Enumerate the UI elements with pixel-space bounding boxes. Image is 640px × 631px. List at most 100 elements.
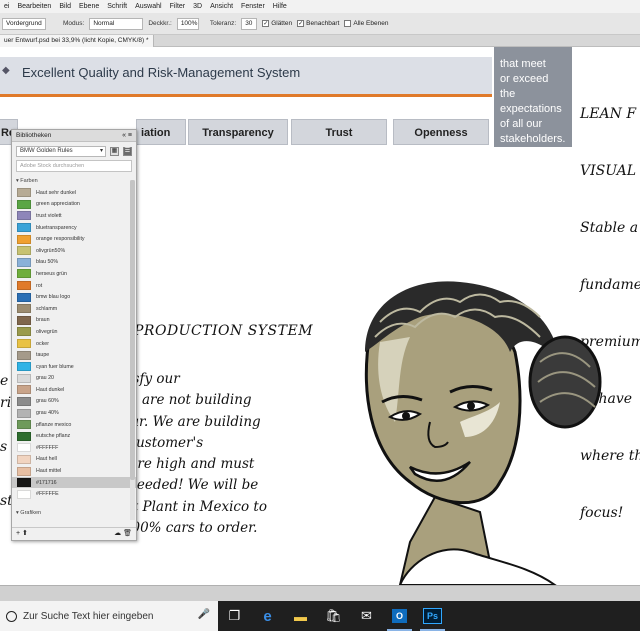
swatch-chip [17, 373, 31, 383]
stock-search-input[interactable]: Adobe Stock durchsuchen [16, 160, 132, 172]
color-swatch-item[interactable]: olivegrün [12, 326, 136, 338]
color-swatch-item[interactable]: bmw blau logo [12, 291, 136, 303]
color-swatch-item[interactable]: Haut sehr dunkel [12, 187, 136, 199]
swatch-chip [17, 281, 31, 291]
panel-controls-icon[interactable]: « ≡ [122, 130, 132, 142]
cloud-trash-icons[interactable]: ☁ 🗑 [114, 528, 132, 540]
task-view-icon[interactable]: ❐ [218, 601, 251, 631]
taskbar-search[interactable]: Zur Suche Text hier eingeben 🎤 [0, 601, 218, 631]
color-swatch-item[interactable]: taupe [12, 349, 136, 361]
add-upload-icons[interactable]: + ⬆ [16, 528, 28, 540]
color-swatch-item[interactable]: grau 20 [12, 373, 136, 385]
tolerance-field[interactable]: 30 [241, 17, 258, 30]
color-swatch-item[interactable]: cyan fuer blume [12, 361, 136, 373]
color-swatch-item[interactable]: ocker [12, 338, 136, 350]
swatch-label: green appreciation [36, 201, 80, 208]
document-tab-bar: uer Entwurf.psd bei 33,9% (licht Kopie, … [0, 35, 640, 47]
menu-item[interactable]: Ebene [75, 3, 103, 10]
libraries-panel-title: Bibliotheken « ≡ [12, 130, 136, 142]
portrait-pupil-left [402, 412, 410, 420]
swatch-label: blau 50% [36, 259, 59, 266]
color-swatch-item[interactable]: eutsche pflanz [12, 430, 136, 442]
color-swatch-item[interactable]: Haut mittel [12, 465, 136, 477]
edge-icon[interactable]: e [251, 601, 284, 631]
document-canvas[interactable]: ◆ Excellent Quality and Risk-Management … [0, 47, 640, 585]
menu-item[interactable]: Auswahl [131, 3, 165, 10]
menu-item[interactable]: Schrift [103, 3, 131, 10]
panel-scrollbar[interactable] [130, 180, 135, 520]
checkbox-checked-icon: ✓ [297, 20, 305, 27]
swatch-chip [17, 257, 31, 267]
document-tab[interactable]: uer Entwurf.psd bei 33,9% (licht Kopie, … [0, 35, 154, 47]
swatch-chip [17, 478, 31, 488]
swatch-label: olivegrün [36, 328, 58, 335]
photoshop-icon[interactable]: Ps [416, 601, 449, 631]
swatch-label: grau 20 [36, 375, 54, 382]
color-swatch-item[interactable]: grau 40% [12, 407, 136, 419]
libraries-panel[interactable]: Bibliotheken « ≡ BMW Golden Rules ▦ ☰ Ad… [11, 129, 137, 541]
color-swatch-item[interactable]: pflanze mexico [12, 419, 136, 431]
color-swatch-item[interactable]: braun [12, 315, 136, 327]
swatch-chip [17, 211, 31, 221]
artwork-header-title: Excellent Quality and Risk-Management Sy… [22, 65, 301, 80]
mail-icon[interactable]: ✉ [350, 601, 383, 631]
store-icon[interactable]: 🛍 [317, 601, 350, 631]
color-swatch-item[interactable]: olivgrün50% [12, 245, 136, 257]
color-swatch-item[interactable]: blau 50% [12, 257, 136, 269]
menu-item[interactable]: Filter [166, 3, 190, 10]
color-swatch-item[interactable]: trust violett [12, 210, 136, 222]
explorer-icon[interactable]: ▬ [284, 601, 317, 631]
color-swatch-item[interactable]: #FFFFFE [12, 488, 136, 500]
list-view-icon[interactable]: ☰ [123, 146, 132, 156]
swatch-label: cyan fuer blume [36, 363, 74, 370]
all-layers-label: Alle Ebenen [353, 20, 389, 27]
color-swatch-item[interactable]: #FFFFFF [12, 442, 136, 454]
swatch-chip [17, 443, 31, 453]
menu-item[interactable]: Fenster [237, 3, 269, 10]
scrollbar-thumb[interactable] [130, 180, 135, 480]
color-swatch-item[interactable]: green appreciation [12, 199, 136, 211]
mode-select[interactable]: Normal [89, 17, 144, 30]
windows-taskbar: Zur Suche Text hier eingeben 🎤 ❐ e ▬ 🛍 ✉ O Ps [0, 601, 640, 631]
all-layers-checkbox[interactable]: Alle Ebenen [344, 20, 388, 27]
app-glyph: ❐ [228, 608, 241, 623]
value-tab-trust: Trust [291, 119, 387, 145]
swatch-label: #FFFFFF [36, 444, 59, 451]
swatch-chip [17, 304, 31, 314]
menu-item[interactable]: Hilfe [269, 3, 291, 10]
graphics-section-header[interactable]: ▾ Grafiken [16, 510, 41, 516]
portrait-pupil-right [467, 402, 475, 410]
color-swatch-item[interactable]: rot [12, 280, 136, 292]
color-swatch-item[interactable]: schlamm [12, 303, 136, 315]
color-swatch-item[interactable]: grau 60% [12, 396, 136, 408]
color-swatch-item[interactable]: orange responsibility [12, 233, 136, 245]
microphone-icon[interactable]: 🎤 [198, 609, 210, 620]
menu-item[interactable]: Ansicht [206, 3, 237, 10]
smooth-checkbox[interactable]: ✓ Glätten [262, 20, 292, 27]
menu-item[interactable]: 3D [189, 3, 206, 10]
contiguous-checkbox[interactable]: ✓ Benachbart [297, 20, 339, 27]
color-swatch-item[interactable]: #171716 [12, 476, 136, 489]
library-select[interactable]: BMW Golden Rules [16, 145, 106, 157]
swatch-label: eutsche pflanz [36, 433, 71, 440]
menu-item[interactable]: ei [0, 3, 13, 10]
grid-view-icon[interactable]: ▦ [110, 146, 119, 156]
stakeholders-box: that meet or exceed the expectations of … [494, 47, 572, 147]
tool-preset-select[interactable]: Vordergrund [2, 17, 46, 30]
color-swatch-item[interactable]: Haut dunkel [12, 384, 136, 396]
library-selector-row: BMW Golden Rules ▦ ☰ [12, 142, 136, 160]
menu-item[interactable]: Bild [55, 3, 75, 10]
color-swatch-item[interactable]: Haut hell [12, 454, 136, 466]
value-tab-appreciation: iation [136, 119, 186, 145]
cortana-icon[interactable] [6, 610, 17, 622]
color-swatch-item[interactable]: herseus grün [12, 268, 136, 280]
color-swatch-item[interactable]: bluetransparency [12, 222, 136, 234]
horizontal-scrollbar[interactable] [0, 585, 640, 601]
swatch-label: #FFFFFE [36, 491, 59, 498]
menu-item[interactable]: Bearbeiten [13, 3, 55, 10]
colors-section-header[interactable]: ▾ Farben [12, 176, 136, 187]
swatch-label: taupe [36, 352, 50, 359]
outlook-icon[interactable]: O [383, 601, 416, 631]
opacity-field[interactable]: 100% [176, 17, 199, 30]
value-tab-openness: Openness [393, 119, 489, 145]
